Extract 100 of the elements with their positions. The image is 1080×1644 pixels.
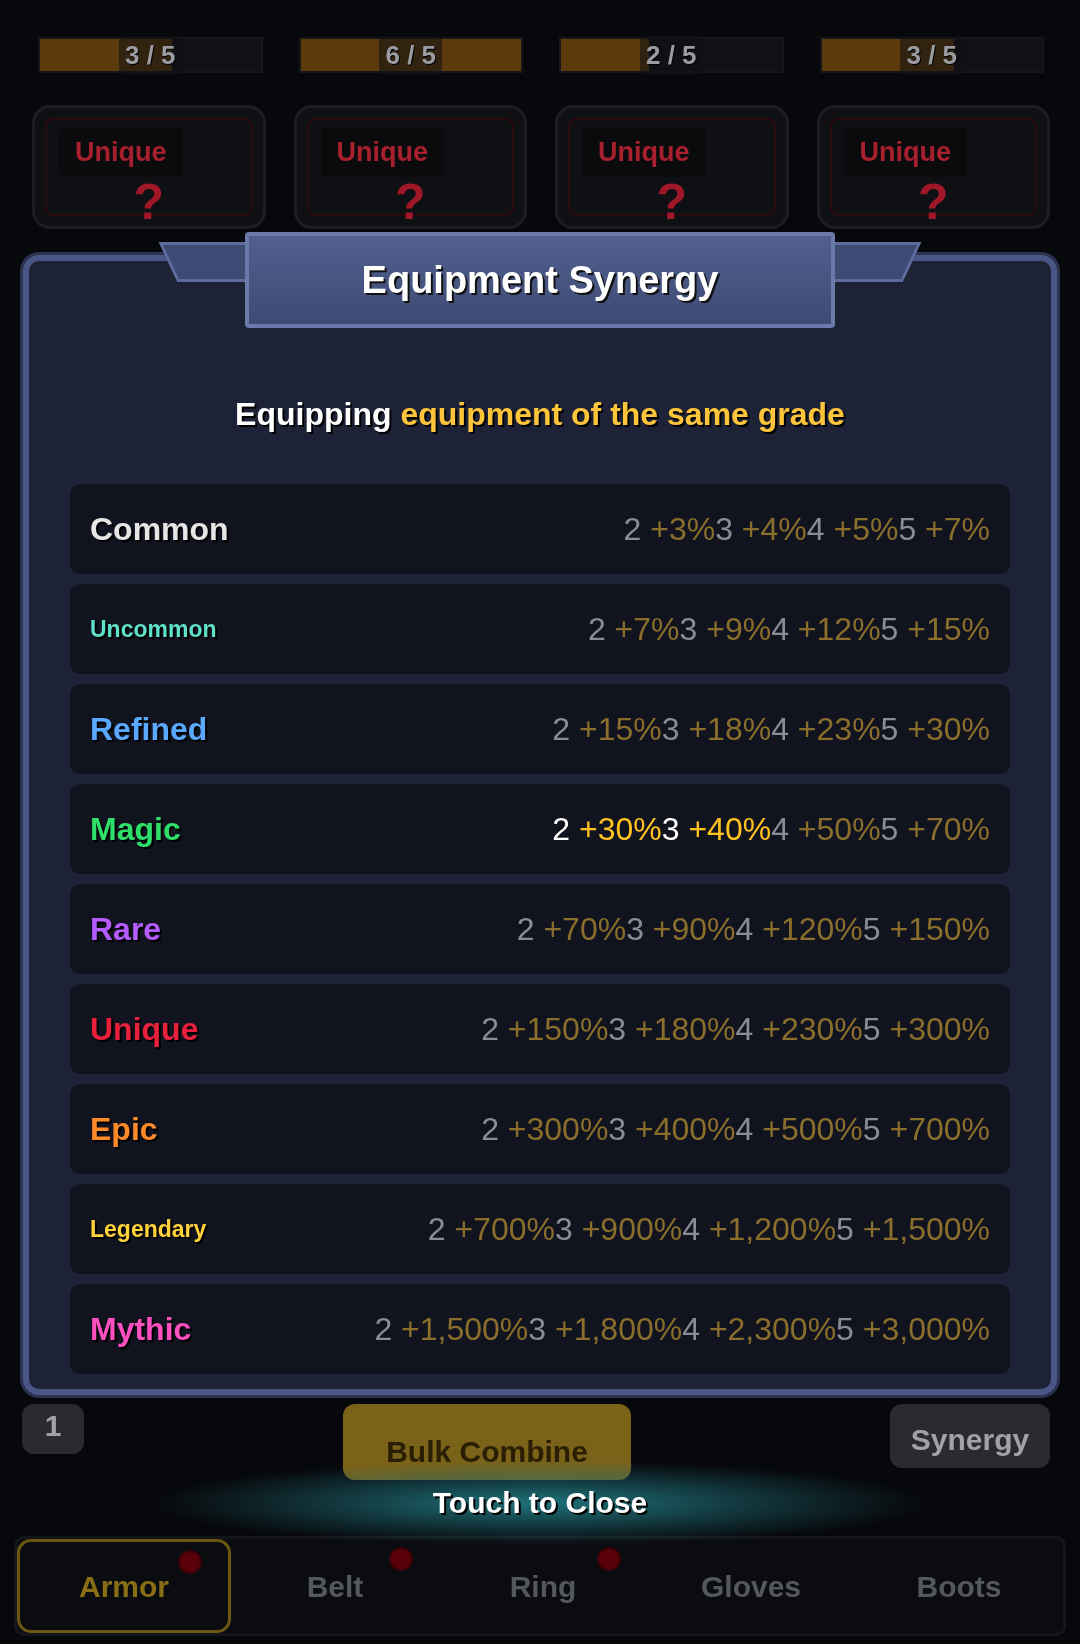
grade-name: Rare — [90, 910, 162, 949]
tier-bonus: +900% — [581, 1211, 683, 1247]
tier-bonus: +400% — [635, 1111, 736, 1147]
tier-count: 5 — [836, 1311, 855, 1347]
tier-bonus: +15% — [579, 711, 662, 747]
tier-count: 2 — [427, 1211, 447, 1247]
tier-bonus: +500% — [762, 1111, 863, 1147]
tier-count: 4 — [735, 1111, 755, 1147]
tier-bonus: +3,000% — [862, 1311, 990, 1347]
grade-label: Unique — [59, 128, 183, 177]
tier-count: 5 — [880, 711, 900, 747]
tier-bonus: +700% — [454, 1211, 555, 1247]
tab[interactable]: Armor — [17, 1539, 231, 1633]
tier-count: 2 — [552, 811, 572, 847]
tier-count: 2 — [623, 511, 643, 547]
tier-count: 5 — [880, 811, 900, 847]
tier-count: 3 — [661, 811, 681, 847]
tier-bonus: +300% — [507, 1111, 609, 1147]
tier-count: 3 — [608, 1011, 628, 1047]
tier-count: 3 — [661, 711, 681, 747]
grade-name: Common — [90, 510, 229, 549]
tier-count: 5 — [836, 1211, 855, 1247]
tier-bonus: +30% — [579, 811, 662, 847]
tier-bonus: +70% — [543, 911, 627, 947]
tier-bonus: +230% — [762, 1011, 863, 1047]
tier-count: 5 — [880, 611, 900, 647]
tier-bonus: +7% — [925, 511, 990, 547]
dialog-title: Equipment Synergy — [361, 257, 719, 303]
grade-name: Legendary — [90, 1214, 207, 1244]
tier-bonus: +12% — [797, 611, 881, 647]
tier-count: 4 — [735, 1011, 755, 1047]
grade-label: Unique — [582, 128, 706, 177]
tier-bonus: +5% — [833, 511, 899, 547]
grade-name: Magic — [90, 810, 181, 849]
tier-count: 2 — [481, 1111, 500, 1147]
grade-name: Uncommon — [90, 614, 217, 644]
tier-count: 3 — [554, 1211, 574, 1247]
tier-count: 2 — [374, 1311, 394, 1347]
tier-count: 4 — [735, 911, 755, 947]
tab[interactable]: Belt — [231, 1539, 439, 1633]
tier-count: 4 — [806, 511, 826, 547]
tier-count: 2 — [481, 1011, 500, 1047]
tier-count: 3 — [679, 611, 699, 647]
progress-reading: 2 / 5 — [639, 35, 703, 75]
tier-bonus: +150% — [889, 911, 990, 947]
equipment-slot[interactable]: Unique ? — [816, 105, 1050, 229]
tier-count: 2 — [587, 611, 607, 647]
equipment-slot[interactable]: Unique ? — [555, 105, 789, 229]
tier-bonus: +9% — [706, 611, 772, 647]
question-mark: ? — [917, 176, 949, 226]
grade-name: Epic — [90, 1110, 158, 1149]
tier-count: 4 — [682, 1311, 701, 1347]
tier-bonus: +1,200% — [708, 1211, 837, 1247]
tier-bonus: +23% — [797, 711, 881, 747]
tab[interactable]: Ring — [439, 1539, 647, 1633]
tier-bonus: +50% — [797, 811, 881, 847]
tier-count: 3 — [715, 511, 734, 547]
progress-reading: 6 / 5 — [379, 35, 443, 75]
grade-name: Unique — [90, 1010, 199, 1049]
tier-count: 4 — [771, 811, 790, 847]
tier-bonus: +700% — [889, 1111, 990, 1147]
tier-count: 4 — [682, 1211, 701, 1247]
tier-bonus: +2,300% — [708, 1311, 837, 1347]
tier-bonus: +30% — [907, 711, 990, 747]
game-button[interactable]: 1 — [22, 1404, 84, 1454]
tier-bonus: +90% — [652, 911, 736, 947]
tier-bonus: +15% — [907, 611, 990, 647]
tier-bonus: +3% — [650, 511, 716, 547]
tier-count: 2 — [552, 711, 572, 747]
tier-bonus: +18% — [688, 711, 772, 747]
tier-bonus: +180% — [635, 1011, 736, 1047]
tab[interactable]: Gloves — [647, 1539, 855, 1633]
tier-bonus: +300% — [889, 1011, 990, 1047]
tier-count: 4 — [771, 711, 790, 747]
question-mark: ? — [133, 176, 164, 226]
tier-count: 5 — [862, 911, 882, 947]
game-button[interactable]: Synergy — [890, 1404, 1050, 1468]
equipment-slot[interactable]: Unique ? — [293, 105, 527, 229]
tier-count: 5 — [862, 1011, 882, 1047]
tier-count: 5 — [898, 511, 918, 547]
tier-bonus: +120% — [762, 911, 863, 947]
question-mark: ? — [656, 176, 687, 226]
tier-count: 4 — [771, 611, 790, 647]
tier-bonus: +70% — [907, 811, 990, 847]
progress-reading: 3 / 5 — [900, 35, 964, 75]
tier-bonus: +4% — [741, 511, 807, 547]
question-mark: ? — [394, 176, 426, 226]
tier-bonus: +150% — [507, 1011, 609, 1047]
progress-reading: 3 / 5 — [118, 35, 182, 75]
tab[interactable]: Boots — [855, 1539, 1063, 1633]
tier-count: 2 — [516, 911, 536, 947]
game-button[interactable]: Bulk Combine — [343, 1404, 631, 1480]
tier-count: 3 — [626, 911, 645, 947]
tier-bonus: +1,800% — [554, 1311, 683, 1347]
tier-count: 3 — [528, 1311, 548, 1347]
equipment-slot[interactable]: Unique ? — [32, 105, 266, 229]
tier-bonus: +1,500% — [862, 1211, 990, 1247]
tier-count: 5 — [862, 1111, 882, 1147]
close-hint[interactable]: Touch to Close — [432, 1480, 648, 1530]
tier-bonus: +40% — [688, 811, 772, 847]
